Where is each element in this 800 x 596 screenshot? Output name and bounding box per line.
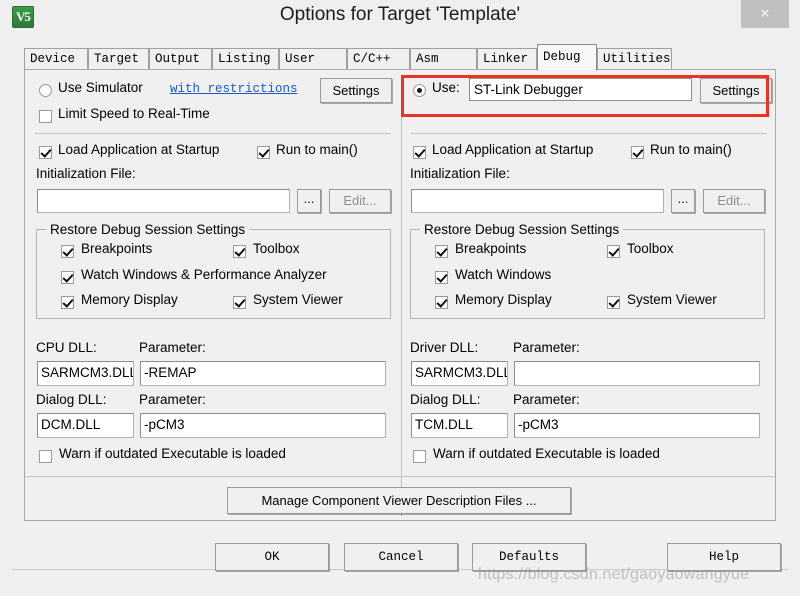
cpu-dll-input[interactable]: SARMCM3.DLL (37, 361, 134, 386)
right-warn-outdated-label[interactable]: Warn if outdated Executable is loaded (433, 446, 660, 461)
tab-strip: Device Target Output Listing User C/C++ … (24, 44, 674, 71)
help-button[interactable]: Help (667, 543, 781, 571)
left-memory-display-label[interactable]: Memory Display (81, 292, 178, 307)
limit-speed-checkbox[interactable] (39, 110, 52, 123)
tab-target[interactable]: Target (88, 48, 149, 70)
driver-dll-label: Driver DLL: (410, 340, 479, 355)
cpu-dll-parameter-input[interactable]: -REMAP (140, 361, 386, 386)
left-breakpoints-label[interactable]: Breakpoints (81, 241, 152, 256)
left-warn-outdated-checkbox[interactable] (39, 450, 52, 463)
left-system-viewer-label[interactable]: System Viewer (253, 292, 343, 307)
title-bar: V5 Options for Target 'Template' × (0, 0, 800, 34)
use-simulator-radio[interactable] (39, 84, 52, 97)
driver-dll-parameter-label: Parameter: (513, 340, 580, 355)
dialog-dll-parameter-label: Parameter: (139, 392, 206, 407)
right-dialog-dll-parameter-label: Parameter: (513, 392, 580, 407)
manage-component-viewer-button[interactable]: Manage Component Viewer Description File… (227, 487, 571, 514)
options-for-target-dialog: V5 Options for Target 'Template' × Devic… (0, 0, 800, 596)
tab-linker[interactable]: Linker (477, 48, 537, 70)
driver-dll-parameter-input[interactable] (514, 361, 760, 386)
left-load-app-checkbox[interactable] (39, 146, 52, 159)
left-memory-display-checkbox[interactable] (61, 296, 74, 309)
right-run-to-main-checkbox[interactable] (631, 146, 644, 159)
left-run-to-main-checkbox[interactable] (257, 146, 270, 159)
simulator-settings-button[interactable]: Settings (320, 78, 392, 103)
left-watch-windows-checkbox[interactable] (61, 271, 74, 284)
left-toolbox-checkbox[interactable] (233, 245, 246, 258)
cpu-dll-parameter-label: Parameter: (139, 340, 206, 355)
left-restore-group: Restore Debug Session Settings Breakpoin… (36, 222, 391, 319)
tab-device[interactable]: Device (24, 48, 88, 70)
dialog-dll-label: Dialog DLL: (36, 392, 107, 407)
right-restore-group-title: Restore Debug Session Settings (420, 222, 624, 237)
close-button[interactable]: × (741, 0, 789, 28)
right-init-file-label: Initialization File: (410, 166, 510, 181)
right-watch-windows-checkbox[interactable] (435, 271, 448, 284)
right-toolbox-label[interactable]: Toolbox (627, 241, 674, 256)
panel-divider (401, 76, 402, 516)
left-warn-outdated-label[interactable]: Warn if outdated Executable is loaded (59, 446, 286, 461)
dialog-dll-parameter-input[interactable]: -pCM3 (140, 413, 386, 438)
left-toolbox-label[interactable]: Toolbox (253, 241, 300, 256)
right-memory-display-label[interactable]: Memory Display (455, 292, 552, 307)
right-dialog-dll-label: Dialog DLL: (410, 392, 481, 407)
tab-debug[interactable]: Debug (537, 44, 597, 71)
page-bottom-separator (25, 476, 775, 477)
left-init-file-label: Initialization File: (36, 166, 136, 181)
left-system-viewer-checkbox[interactable] (233, 296, 246, 309)
left-load-app-label[interactable]: Load Application at Startup (58, 142, 219, 157)
right-restore-group: Restore Debug Session Settings Breakpoin… (410, 222, 765, 319)
right-dialog-dll-input[interactable]: TCM.DLL (411, 413, 508, 438)
right-separator-top (411, 133, 767, 134)
with-restrictions-link[interactable]: with restrictions (170, 82, 298, 96)
right-run-to-main-label[interactable]: Run to main() (650, 142, 732, 157)
left-separator-top (35, 133, 391, 134)
debugger-select[interactable]: ST-Link Debugger (469, 78, 692, 101)
right-system-viewer-label[interactable]: System Viewer (627, 292, 717, 307)
use-simulator-label[interactable]: Use Simulator (58, 80, 143, 95)
right-warn-outdated-checkbox[interactable] (413, 450, 426, 463)
tab-c-cpp[interactable]: C/C++ (347, 48, 410, 70)
left-edit-button[interactable]: Edit... (329, 189, 391, 213)
tab-utilities[interactable]: Utilities (597, 48, 672, 70)
left-breakpoints-checkbox[interactable] (61, 245, 74, 258)
right-memory-display-checkbox[interactable] (435, 296, 448, 309)
left-restore-group-title: Restore Debug Session Settings (46, 222, 250, 237)
right-browse-button[interactable]: ... (671, 189, 695, 213)
left-watch-windows-label[interactable]: Watch Windows & Performance Analyzer (81, 267, 327, 282)
use-debugger-label[interactable]: Use: (432, 80, 460, 95)
cpu-dll-label: CPU DLL: (36, 340, 97, 355)
tab-listing[interactable]: Listing (212, 48, 279, 70)
right-toolbox-checkbox[interactable] (607, 245, 620, 258)
use-debugger-radio[interactable] (413, 84, 426, 97)
right-init-file-input[interactable] (411, 189, 664, 213)
tab-output[interactable]: Output (149, 48, 212, 70)
debugger-settings-button[interactable]: Settings (700, 78, 772, 103)
driver-dll-input[interactable]: SARMCM3.DLL (411, 361, 508, 386)
window-title: Options for Target 'Template' (279, 4, 521, 25)
debug-tab-page: Use Simulator with restrictions Settings… (24, 69, 776, 521)
right-load-app-label[interactable]: Load Application at Startup (432, 142, 593, 157)
tab-user[interactable]: User (279, 48, 347, 70)
right-edit-button[interactable]: Edit... (703, 189, 765, 213)
dialog-body: Device Target Output Listing User C/C++ … (0, 33, 800, 596)
right-watch-windows-label[interactable]: Watch Windows (455, 267, 551, 282)
close-icon: × (760, 5, 770, 22)
defaults-button[interactable]: Defaults (472, 543, 586, 571)
cancel-button[interactable]: Cancel (344, 543, 458, 571)
left-init-file-input[interactable] (37, 189, 290, 213)
right-breakpoints-label[interactable]: Breakpoints (455, 241, 526, 256)
right-load-app-checkbox[interactable] (413, 146, 426, 159)
left-browse-button[interactable]: ... (297, 189, 321, 213)
limit-speed-label[interactable]: Limit Speed to Real-Time (58, 106, 210, 121)
ok-button[interactable]: OK (215, 543, 329, 571)
left-run-to-main-label[interactable]: Run to main() (276, 142, 358, 157)
dialog-dll-input[interactable]: DCM.DLL (37, 413, 134, 438)
right-system-viewer-checkbox[interactable] (607, 296, 620, 309)
right-breakpoints-checkbox[interactable] (435, 245, 448, 258)
right-dialog-dll-parameter-input[interactable]: -pCM3 (514, 413, 760, 438)
tab-asm[interactable]: Asm (410, 48, 477, 70)
